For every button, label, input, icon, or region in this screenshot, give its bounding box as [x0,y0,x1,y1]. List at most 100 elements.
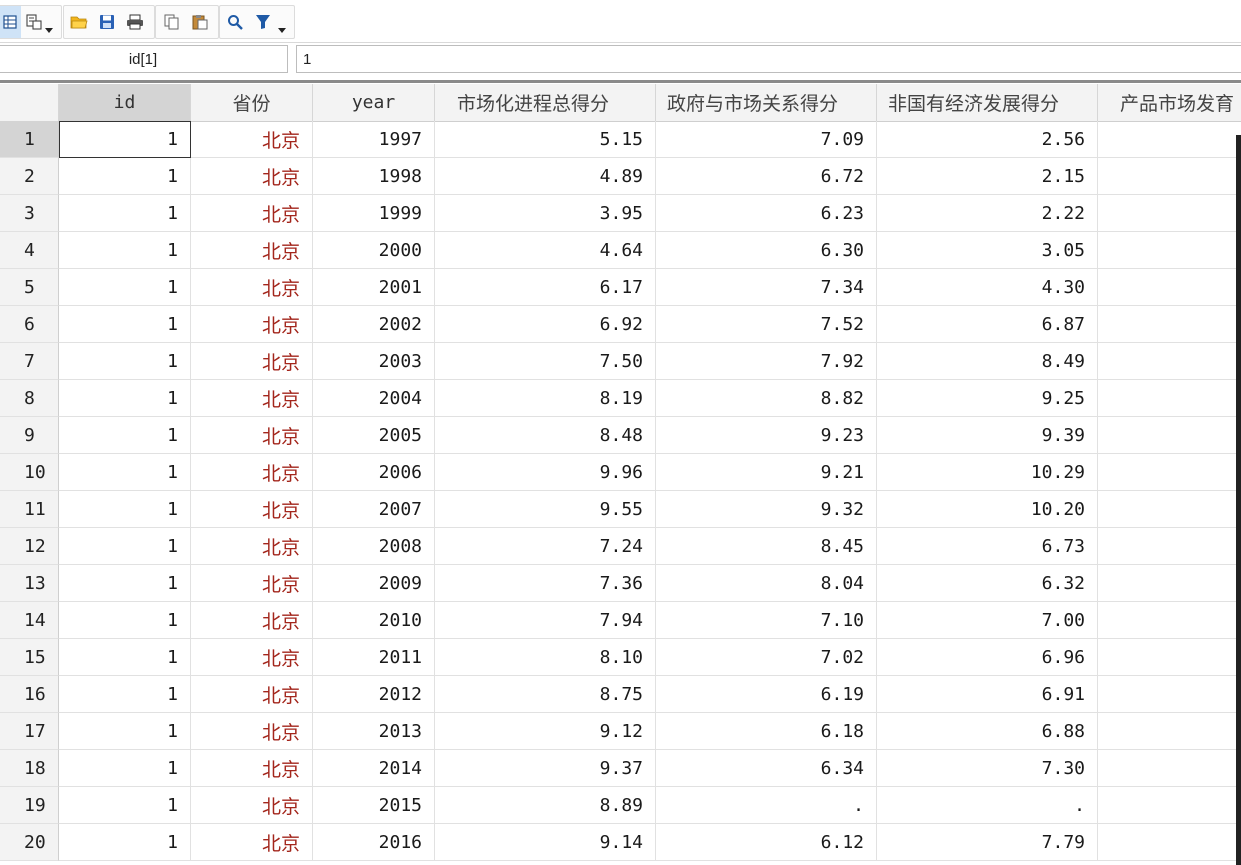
cell-province[interactable]: 北京 [191,306,313,343]
cell-nonstate-economy[interactable]: 6.91 [877,676,1098,713]
cell-nonstate-economy[interactable]: . [877,787,1098,824]
cell-nonstate-economy[interactable]: 6.96 [877,639,1098,676]
cell-marketization-total[interactable]: 6.92 [435,306,656,343]
chevron-down-icon[interactable] [278,28,286,33]
column-header-year[interactable]: year [313,84,435,121]
cell-province[interactable]: 北京 [191,602,313,639]
row-number[interactable]: 8 [0,380,59,417]
cell-marketization-total[interactable]: 8.48 [435,417,656,454]
cell-marketization-total[interactable]: 9.12 [435,713,656,750]
cell-province[interactable]: 北京 [191,491,313,528]
cell-marketization-total[interactable]: 8.10 [435,639,656,676]
cell-marketization-total[interactable]: 6.17 [435,269,656,306]
cell-province[interactable]: 北京 [191,528,313,565]
cell-nonstate-economy[interactable]: 6.73 [877,528,1098,565]
cell-province[interactable]: 北京 [191,380,313,417]
cell-marketization-total[interactable]: 9.96 [435,454,656,491]
cell-nonstate-economy[interactable]: 2.22 [877,195,1098,232]
row-number[interactable]: 4 [0,232,59,269]
cell-id[interactable]: 1 [59,454,191,491]
cell-marketization-total[interactable]: 7.36 [435,565,656,602]
cell-year[interactable]: 2003 [313,343,435,380]
cell-id[interactable]: 1 [59,750,191,787]
cell-government-market[interactable]: 7.52 [656,306,877,343]
cell-government-market[interactable]: 6.23 [656,195,877,232]
cell-nonstate-economy[interactable]: 7.79 [877,824,1098,861]
cell-id[interactable]: 1 [59,269,191,306]
cell-year[interactable]: 2011 [313,639,435,676]
cell-product-market[interactable] [1098,787,1241,824]
cell-product-market[interactable] [1098,343,1241,380]
cell-government-market[interactable]: 7.34 [656,269,877,306]
cell-id[interactable]: 1 [59,565,191,602]
cell-nonstate-economy[interactable]: 9.25 [877,380,1098,417]
filter-icon[interactable] [252,6,274,38]
cell-province[interactable]: 北京 [191,824,313,861]
cell-government-market[interactable]: 9.32 [656,491,877,528]
cell-nonstate-economy[interactable]: 2.56 [877,121,1098,158]
row-number[interactable]: 14 [0,602,59,639]
cell-id[interactable]: 1 [59,713,191,750]
row-number[interactable]: 12 [0,528,59,565]
cell-nonstate-economy[interactable]: 3.05 [877,232,1098,269]
cell-government-market[interactable]: 8.82 [656,380,877,417]
cell-nonstate-economy[interactable]: 10.29 [877,454,1098,491]
cell-marketization-total[interactable]: 9.37 [435,750,656,787]
column-header-product-market[interactable]: 产品市场发育 [1098,84,1241,121]
column-header-id[interactable]: id [59,84,191,121]
cell-product-market[interactable] [1098,491,1241,528]
cell-year[interactable]: 1998 [313,158,435,195]
column-header-province[interactable]: 省份 [191,84,313,121]
cell-nonstate-economy[interactable]: 8.49 [877,343,1098,380]
cell-nonstate-economy[interactable]: 10.20 [877,491,1098,528]
cell-product-market[interactable] [1098,306,1241,343]
cell-year[interactable]: 2005 [313,417,435,454]
cell-marketization-total[interactable]: 4.64 [435,232,656,269]
cell-government-market[interactable]: 8.45 [656,528,877,565]
cell-product-market[interactable] [1098,824,1241,861]
cell-government-market[interactable]: 6.19 [656,676,877,713]
cell-province[interactable]: 北京 [191,787,313,824]
cell-product-market[interactable] [1098,417,1241,454]
cell-marketization-total[interactable]: 8.19 [435,380,656,417]
cell-marketization-total[interactable]: 8.89 [435,787,656,824]
chevron-down-icon[interactable] [45,28,53,33]
cell-nonstate-economy[interactable]: 7.00 [877,602,1098,639]
cell-marketization-total[interactable]: 7.94 [435,602,656,639]
cell-id[interactable]: 1 [59,306,191,343]
cell-value-field[interactable]: 1 [296,45,1241,73]
cell-id[interactable]: 1 [59,639,191,676]
cell-product-market[interactable] [1098,676,1241,713]
cell-nonstate-economy[interactable]: 4.30 [877,269,1098,306]
row-number[interactable]: 16 [0,676,59,713]
cell-year[interactable]: 1997 [313,121,435,158]
cell-product-market[interactable] [1098,232,1241,269]
corner-cell[interactable] [0,84,59,121]
cell-id[interactable]: 1 [59,417,191,454]
cell-id[interactable]: 1 [59,602,191,639]
cell-province[interactable]: 北京 [191,121,313,158]
cell-government-market[interactable]: 6.18 [656,713,877,750]
row-number[interactable]: 19 [0,787,59,824]
cell-year[interactable]: 2004 [313,380,435,417]
row-number[interactable]: 13 [0,565,59,602]
cell-province[interactable]: 北京 [191,195,313,232]
cell-province[interactable]: 北京 [191,454,313,491]
column-header-government-market[interactable]: 政府与市场关系得分 [656,84,877,121]
cell-year[interactable]: 2008 [313,528,435,565]
column-header-nonstate-economy[interactable]: 非国有经济发展得分 [877,84,1098,121]
row-number[interactable]: 7 [0,343,59,380]
cell-year[interactable]: 2007 [313,491,435,528]
cell-marketization-total[interactable]: 3.95 [435,195,656,232]
cell-government-market[interactable]: 6.34 [656,750,877,787]
cell-province[interactable]: 北京 [191,565,313,602]
cell-marketization-total[interactable]: 5.15 [435,121,656,158]
cell-province[interactable]: 北京 [191,713,313,750]
cell-province[interactable]: 北京 [191,158,313,195]
cell-marketization-total[interactable]: 7.50 [435,343,656,380]
cell-government-market[interactable]: 7.10 [656,602,877,639]
open-folder-icon[interactable] [68,6,90,38]
cell-product-market[interactable] [1098,269,1241,306]
cell-product-market[interactable] [1098,639,1241,676]
print-icon[interactable] [124,6,146,38]
